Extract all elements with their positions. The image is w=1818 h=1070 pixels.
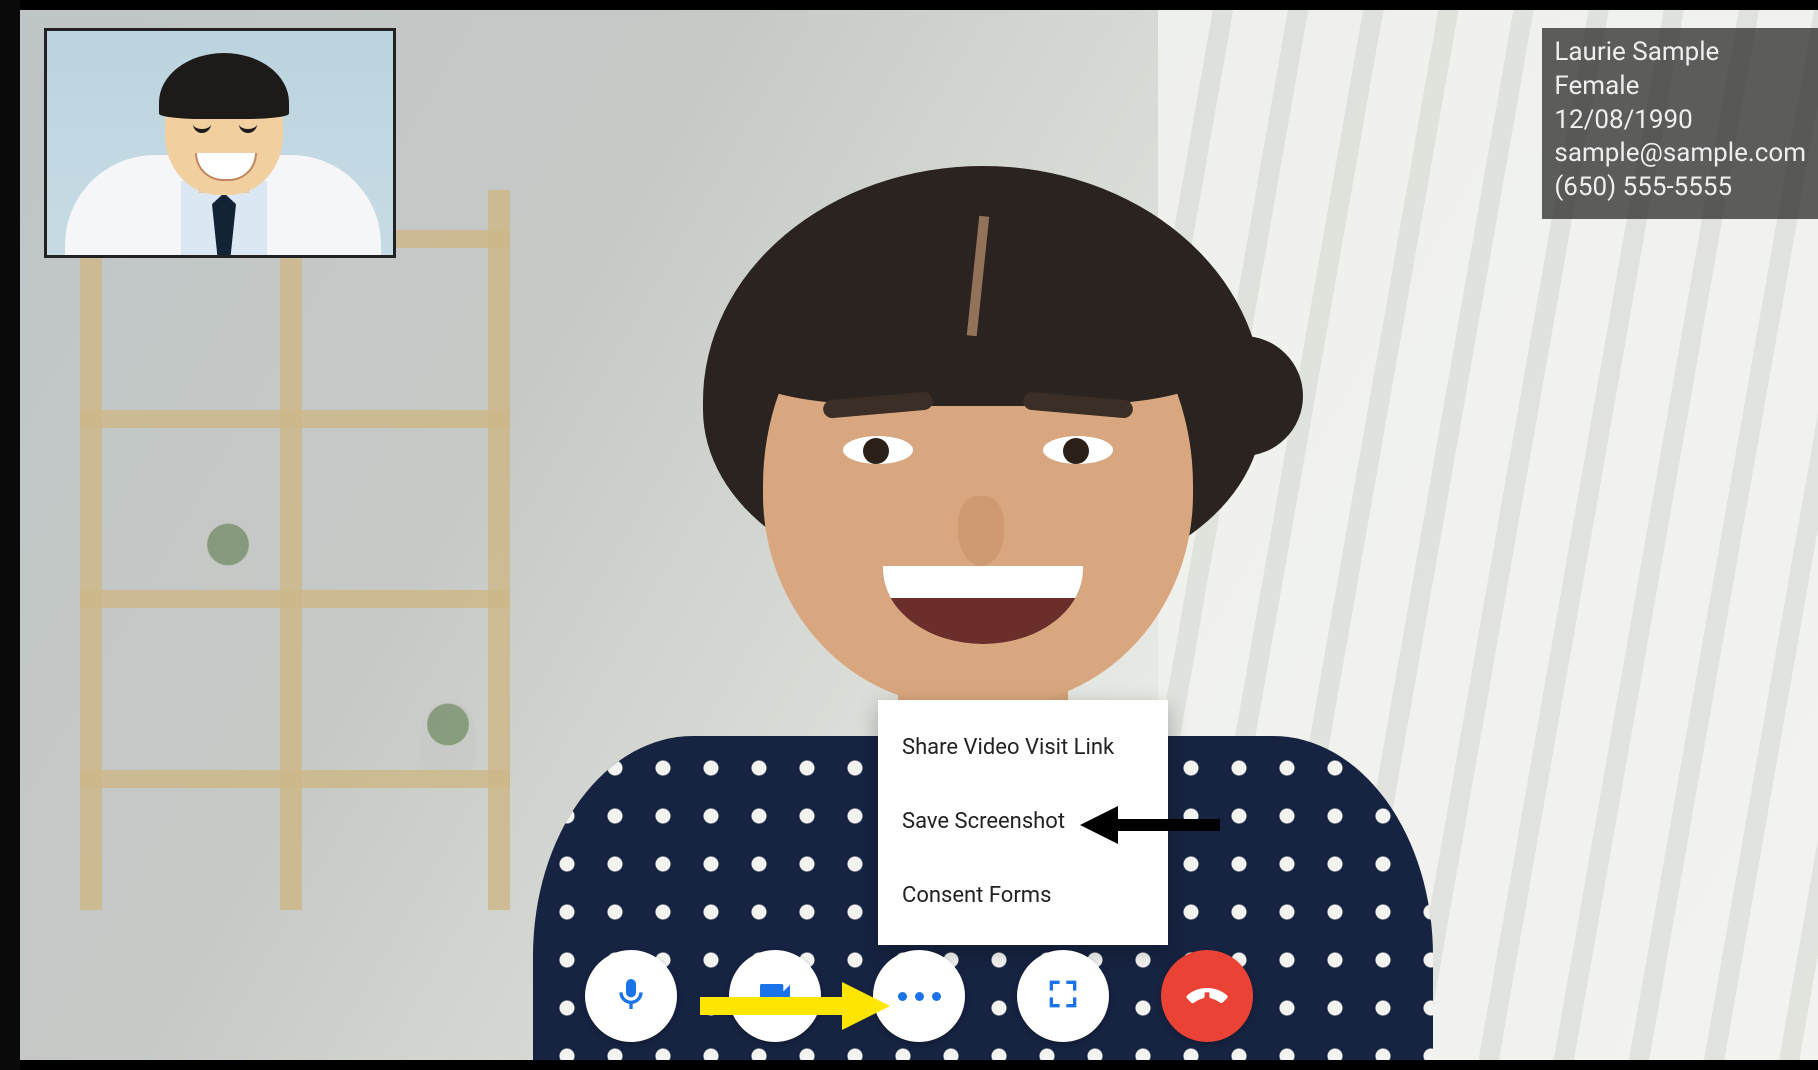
fullscreen-button[interactable] bbox=[1017, 950, 1109, 1042]
video-call-screen: { "patient": { "name": "Laurie Sample", … bbox=[0, 0, 1818, 1070]
toggle-camera-button[interactable] bbox=[729, 950, 821, 1042]
fullscreen-icon bbox=[1043, 974, 1083, 1018]
menu-item-save-screenshot[interactable]: Save Screenshot bbox=[878, 796, 1168, 848]
patient-name: Laurie Sample bbox=[1554, 36, 1806, 70]
self-view-pip[interactable] bbox=[44, 28, 396, 258]
more-options-menu: Share Video Visit Link Save Screenshot C… bbox=[878, 700, 1168, 945]
patient-phone: (650) 555-5555 bbox=[1554, 171, 1806, 205]
patient-gender: Female bbox=[1554, 70, 1806, 104]
end-call-button[interactable] bbox=[1161, 950, 1253, 1042]
microphone-icon bbox=[611, 974, 651, 1018]
video-camera-icon bbox=[755, 974, 795, 1018]
patient-info-overlay: Laurie Sample Female 12/08/1990 sample@s… bbox=[1542, 28, 1818, 219]
patient-email: sample@sample.com bbox=[1554, 137, 1806, 171]
more-options-button[interactable] bbox=[873, 950, 965, 1042]
remote-participant-video: Laurie Sample Female 12/08/1990 sample@s… bbox=[20, 10, 1818, 1060]
menu-item-consent-forms[interactable]: Consent Forms bbox=[878, 870, 1168, 922]
menu-item-share-link[interactable]: Share Video Visit Link bbox=[878, 722, 1168, 774]
call-controls bbox=[585, 950, 1253, 1042]
video-frame: Laurie Sample Female 12/08/1990 sample@s… bbox=[20, 0, 1818, 1070]
patient-dob: 12/08/1990 bbox=[1554, 104, 1806, 138]
hang-up-icon bbox=[1183, 970, 1231, 1022]
more-options-icon bbox=[898, 992, 941, 1001]
mute-mic-button[interactable] bbox=[585, 950, 677, 1042]
